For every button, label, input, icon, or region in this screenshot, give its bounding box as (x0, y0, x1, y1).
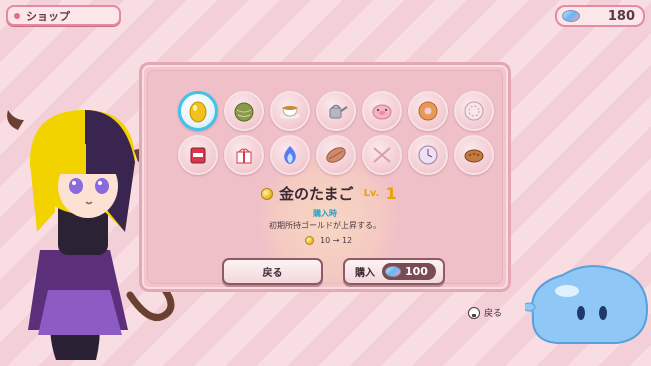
plate-icon (464, 101, 484, 121)
level-label: Lv. (363, 188, 380, 199)
shop-item-clock[interactable] (408, 135, 448, 175)
watering-can-icon (329, 104, 348, 119)
selected-item-title: 金のたまご Lv. 1 (261, 183, 397, 204)
shop-item-golden-egg[interactable] (178, 91, 218, 131)
gold-coin-icon (305, 236, 314, 245)
screen-title-bar: ショップ (6, 5, 121, 26)
screen-title: ショップ (26, 9, 70, 23)
golden-egg-icon (189, 101, 207, 123)
crossed-sticks-icon (373, 147, 391, 163)
pig-icon (372, 104, 392, 120)
shop-item-melon[interactable] (224, 91, 264, 131)
buy-button-label: 購入 (355, 268, 375, 279)
level-value: 1 (385, 184, 397, 203)
shop-item-grid (178, 91, 494, 175)
controller-button-icon (468, 306, 480, 319)
effect-value-row: 10 → 12 (305, 236, 352, 245)
blue-flame-icon (284, 146, 296, 164)
shop-item-protein[interactable] (178, 135, 218, 175)
bread-icon (464, 149, 484, 163)
currency-value: 180 (607, 8, 635, 24)
effect-label: 購入時 (313, 209, 337, 218)
gem-icon (562, 10, 580, 22)
price-value: 100 (405, 265, 428, 278)
donut-icon (418, 101, 438, 121)
gem-price-icon (385, 266, 401, 277)
protein-icon (190, 147, 206, 164)
price-pill: 100 (382, 263, 436, 280)
golden-egg-small-icon (261, 187, 273, 200)
currency-display: 180 (555, 5, 645, 27)
shop-item-bread[interactable] (454, 135, 494, 175)
shop-item-gift-box[interactable] (224, 135, 264, 175)
shop-item-pig[interactable] (362, 91, 402, 131)
item-name: 金のたまご (279, 185, 354, 203)
shop-item-plate[interactable] (454, 91, 494, 131)
slime-mascot (525, 265, 649, 344)
shop-item-leaf-cookie[interactable] (316, 135, 356, 175)
gift-box-icon (236, 148, 252, 164)
effect-description: 初期所持ゴールドが上昇する。 (269, 221, 381, 230)
buy-button[interactable]: 購入 100 (343, 258, 445, 285)
clock-icon (418, 145, 438, 165)
title-bullet-icon (14, 12, 20, 19)
teacup-icon (280, 106, 300, 119)
shop-item-blue-flame[interactable] (270, 135, 310, 175)
shop-item-teacup[interactable] (270, 91, 310, 131)
shop-item-crossed-sticks[interactable] (362, 135, 402, 175)
back-hint[interactable]: 戻る (468, 306, 502, 319)
melon-icon (234, 102, 254, 122)
shop-panel: 金のたまご Lv. 1 購入時 初期所持ゴールドが上昇する。 10 → 12 戻… (139, 62, 511, 292)
leaf-cookie-icon (326, 147, 346, 163)
shop-panel-inner: 金のたまご Lv. 1 購入時 初期所持ゴールドが上昇する。 10 → 12 戻… (147, 70, 503, 291)
effect-value: 10 → 12 (320, 236, 353, 245)
back-button[interactable]: 戻る (222, 258, 323, 285)
shop-item-donut[interactable] (408, 91, 448, 131)
back-hint-label: 戻る (484, 309, 503, 319)
shop-item-watering-can[interactable] (316, 91, 356, 131)
